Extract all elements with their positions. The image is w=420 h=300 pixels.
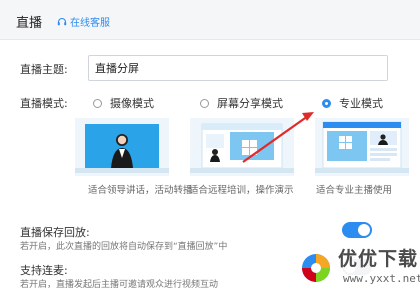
co-stream-desc: 若开启，直播发起后主播可邀请观众进行视频互动: [20, 280, 219, 290]
save-replay-toggle[interactable]: [342, 222, 372, 238]
co-stream-title: 支持连麦:: [20, 264, 68, 277]
save-replay-desc: 若开启，此次直播的回放将自动保存到“直播回放”中: [20, 242, 228, 252]
watermark-text: 优优下载: [338, 248, 419, 270]
save-replay-title: 直播保存回放:: [20, 226, 90, 239]
watermark-url: www.yxxt.net: [343, 272, 420, 285]
toggle-knob: [358, 224, 370, 236]
